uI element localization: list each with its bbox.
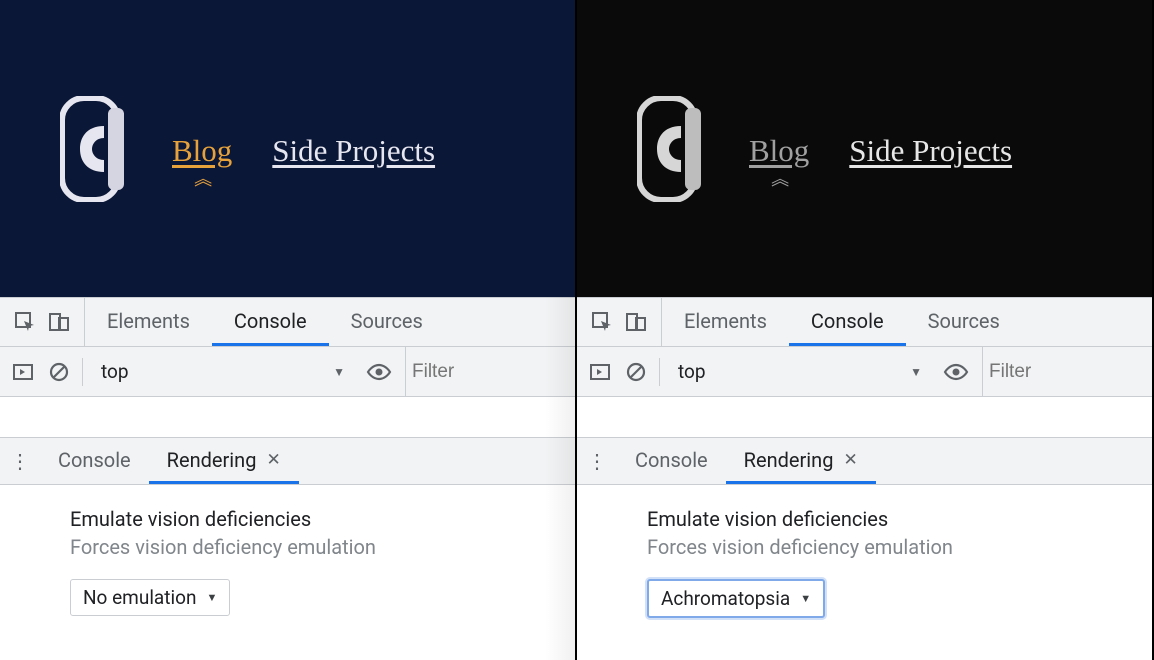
context-value: top	[678, 360, 706, 383]
console-toolbar: top ▼	[0, 347, 575, 397]
panel-title: Emulate vision deficiencies	[647, 507, 1152, 531]
context-value: top	[101, 360, 129, 383]
clear-console-icon[interactable]	[623, 359, 649, 385]
sidebar-toggle-icon[interactable]	[10, 359, 36, 385]
context-select[interactable]: top ▼	[93, 356, 353, 387]
drawer-tab-console[interactable]: Console	[40, 438, 149, 484]
panel-subtitle: Forces vision deficiency emulation	[647, 535, 1152, 559]
site-logo	[637, 96, 709, 202]
tab-console[interactable]: Console	[212, 298, 329, 346]
caret-down-icon: ▼	[206, 591, 217, 604]
website-preview: Blog ︽ Side Projects	[0, 0, 575, 297]
close-icon[interactable]: ✕	[843, 450, 857, 470]
drawer-tab-label: Rendering	[744, 448, 834, 472]
inspect-element-icon[interactable]	[591, 311, 613, 333]
device-toolbar-icon[interactable]	[48, 311, 70, 333]
devtools-tabs: Elements Console Sources	[85, 298, 445, 346]
panel-subtitle: Forces vision deficiency emulation	[70, 535, 575, 559]
nav-item-blog[interactable]: Blog ︽	[749, 133, 809, 184]
tab-elements[interactable]: Elements	[85, 298, 212, 346]
filter-input[interactable]	[982, 347, 1046, 396]
tab-console[interactable]: Console	[789, 298, 906, 346]
device-toolbar-icon[interactable]	[625, 311, 647, 333]
toolbar-separator	[659, 358, 660, 386]
pane-left: Blog ︽ Side Projects Elements Console So…	[0, 0, 577, 660]
drawer-tabbar: ⋮ Console Rendering ✕	[577, 437, 1152, 485]
site-nav: Blog ︽ Side Projects	[172, 113, 435, 184]
tab-sources[interactable]: Sources	[906, 298, 1022, 346]
vision-deficiency-select[interactable]: No emulation ▼	[70, 579, 230, 616]
rendering-panel: Emulate vision deficiencies Forces visio…	[0, 485, 575, 660]
nav-item-blog[interactable]: Blog ︽	[172, 133, 232, 184]
select-value: Achromatopsia	[661, 587, 790, 610]
inspect-element-icon[interactable]	[14, 311, 36, 333]
more-tabs-icon[interactable]: ⋮	[577, 438, 617, 484]
live-expression-icon[interactable]	[940, 363, 972, 381]
devtools-tabs: Elements Console Sources	[662, 298, 1022, 346]
pane-right: Blog ︽ Side Projects Elements Console So…	[577, 0, 1154, 660]
filter-input[interactable]	[405, 347, 469, 396]
caret-down-icon: ▼	[800, 592, 811, 605]
live-expression-icon[interactable]	[363, 363, 395, 381]
select-value: No emulation	[83, 586, 196, 609]
drawer-tab-rendering[interactable]: Rendering ✕	[149, 438, 299, 484]
close-icon[interactable]: ✕	[266, 450, 280, 470]
vision-deficiency-select[interactable]: Achromatopsia ▼	[647, 579, 825, 618]
caret-down-icon: ▼	[333, 365, 345, 379]
clear-console-icon[interactable]	[46, 359, 72, 385]
drawer-tab-rendering[interactable]: Rendering ✕	[726, 438, 876, 484]
chevron-up-icon: ︽	[194, 175, 210, 184]
nav-item-side-projects[interactable]: Side Projects	[849, 133, 1012, 169]
context-select[interactable]: top ▼	[670, 356, 930, 387]
devtools-tabbar: Elements Console Sources	[577, 297, 1152, 347]
tabbar-icon-group	[577, 298, 662, 346]
chevron-up-icon: ︽	[771, 175, 787, 184]
nav-link-label: Blog	[172, 133, 232, 169]
panel-title: Emulate vision deficiencies	[70, 507, 575, 531]
rendering-panel: Emulate vision deficiencies Forces visio…	[577, 485, 1152, 660]
console-toolbar: top ▼	[577, 347, 1152, 397]
drawer-tabbar: ⋮ Console Rendering ✕	[0, 437, 575, 485]
tabbar-icon-group	[0, 298, 85, 346]
site-nav: Blog ︽ Side Projects	[749, 113, 1012, 184]
spacer	[577, 397, 1152, 437]
drawer-tab-label: Rendering	[167, 448, 257, 472]
tab-elements[interactable]: Elements	[662, 298, 789, 346]
devtools-tabbar: Elements Console Sources	[0, 297, 575, 347]
drawer-tab-console[interactable]: Console	[617, 438, 726, 484]
site-logo	[60, 96, 132, 202]
caret-down-icon: ▼	[910, 365, 922, 379]
nav-link-label: Side Projects	[272, 133, 435, 169]
nav-link-label: Side Projects	[849, 133, 1012, 169]
spacer	[0, 397, 575, 437]
toolbar-separator	[82, 358, 83, 386]
sidebar-toggle-icon[interactable]	[587, 359, 613, 385]
nav-link-label: Blog	[749, 133, 809, 169]
tab-sources[interactable]: Sources	[329, 298, 445, 346]
nav-item-side-projects[interactable]: Side Projects	[272, 133, 435, 169]
more-tabs-icon[interactable]: ⋮	[0, 438, 40, 484]
website-preview: Blog ︽ Side Projects	[577, 0, 1152, 297]
